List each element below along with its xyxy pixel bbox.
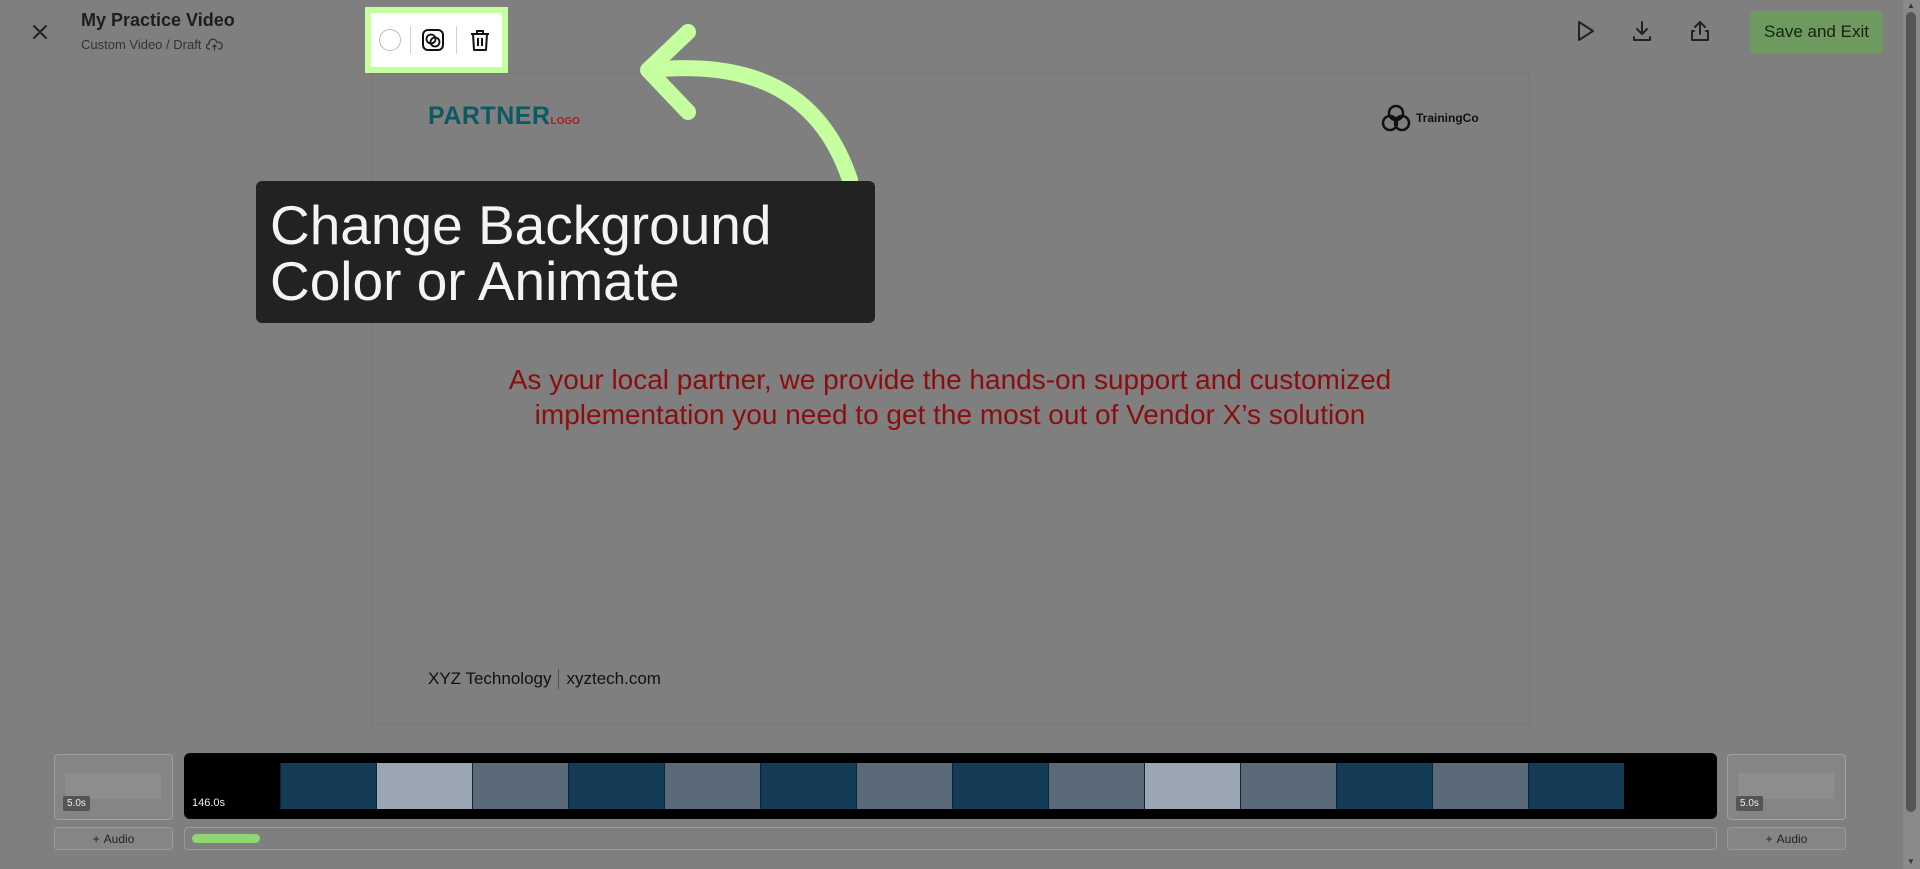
footer-company: XYZ Technology xyxy=(428,669,552,688)
save-and-exit-button[interactable]: Save and Exit xyxy=(1750,11,1883,53)
outro-duration: 5.0s xyxy=(1736,796,1763,811)
download-icon[interactable] xyxy=(1628,17,1656,45)
callout-line-1: Change Background xyxy=(270,194,772,256)
strip-frame xyxy=(856,763,952,809)
main-duration: 146.0s xyxy=(192,797,226,809)
add-audio-button-outro[interactable]: + Audio xyxy=(1727,827,1846,850)
strip-frame xyxy=(760,763,856,809)
add-audio-button-intro[interactable]: + Audio xyxy=(54,827,173,850)
trainingco-logo: TrainingCo xyxy=(1380,103,1479,133)
strip-frame xyxy=(280,763,376,809)
trainingco-logo-text: TrainingCo xyxy=(1416,111,1479,125)
strip-frame xyxy=(1048,763,1144,809)
close-icon[interactable] xyxy=(26,18,54,46)
strip-frame xyxy=(952,763,1048,809)
main-scene-strip[interactable]: 146.0s xyxy=(184,753,1717,819)
strip-frame xyxy=(376,763,472,809)
audio-label: Audio xyxy=(1776,831,1808,846)
footer-divider xyxy=(558,669,560,689)
background-color-icon[interactable] xyxy=(379,29,402,51)
timeline-progress xyxy=(192,834,260,843)
scroll-down-icon[interactable]: ▼ xyxy=(1906,858,1916,866)
strip-frame xyxy=(1432,763,1528,809)
outro-scene-thumbnail[interactable]: 5.0s xyxy=(1727,754,1846,820)
intro-scene-thumbnail[interactable]: 5.0s xyxy=(54,754,173,820)
breadcrumb-text: Custom Video / Draft xyxy=(81,37,202,52)
scrollbar-thumb[interactable] xyxy=(1906,12,1916,812)
callout-line-2: Color or Animate xyxy=(270,250,680,312)
strip-frame xyxy=(1240,763,1336,809)
element-toolbar xyxy=(371,13,502,67)
strip-frame xyxy=(472,763,568,809)
audio-track[interactable] xyxy=(184,827,1717,850)
slide-footer[interactable]: XYZ Technology xyztech.com xyxy=(428,669,661,689)
strip-frame xyxy=(664,763,760,809)
toolbar-divider xyxy=(456,26,458,54)
plus-icon: + xyxy=(92,831,100,846)
strip-frame xyxy=(1144,763,1240,809)
footer-url: xyztech.com xyxy=(566,669,661,688)
strip-frame xyxy=(1528,763,1624,809)
breadcrumb: Custom Video / Draft xyxy=(81,37,224,52)
animate-icon[interactable] xyxy=(419,26,447,54)
share-icon[interactable] xyxy=(1686,17,1714,45)
partner-logo: PARTNERLOGO xyxy=(428,102,580,130)
trash-icon[interactable] xyxy=(466,26,494,54)
audio-label: Audio xyxy=(103,831,135,846)
slide-main-text[interactable]: As your local partner, we provide the ha… xyxy=(460,362,1440,432)
plus-icon: + xyxy=(1765,831,1773,846)
intro-duration: 5.0s xyxy=(63,796,90,811)
video-title: My Practice Video xyxy=(81,10,235,30)
callout-arrow xyxy=(640,24,858,188)
strip-frame xyxy=(1336,763,1432,809)
trainingco-logo-icon xyxy=(1381,104,1411,132)
cloud-upload-icon xyxy=(206,38,224,50)
tutorial-callout: Change Background Color or Animate xyxy=(256,181,875,323)
play-icon[interactable] xyxy=(1571,17,1599,45)
scroll-up-icon[interactable]: ▲ xyxy=(1906,2,1916,10)
strip-frame xyxy=(568,763,664,809)
toolbar-divider xyxy=(409,26,411,54)
